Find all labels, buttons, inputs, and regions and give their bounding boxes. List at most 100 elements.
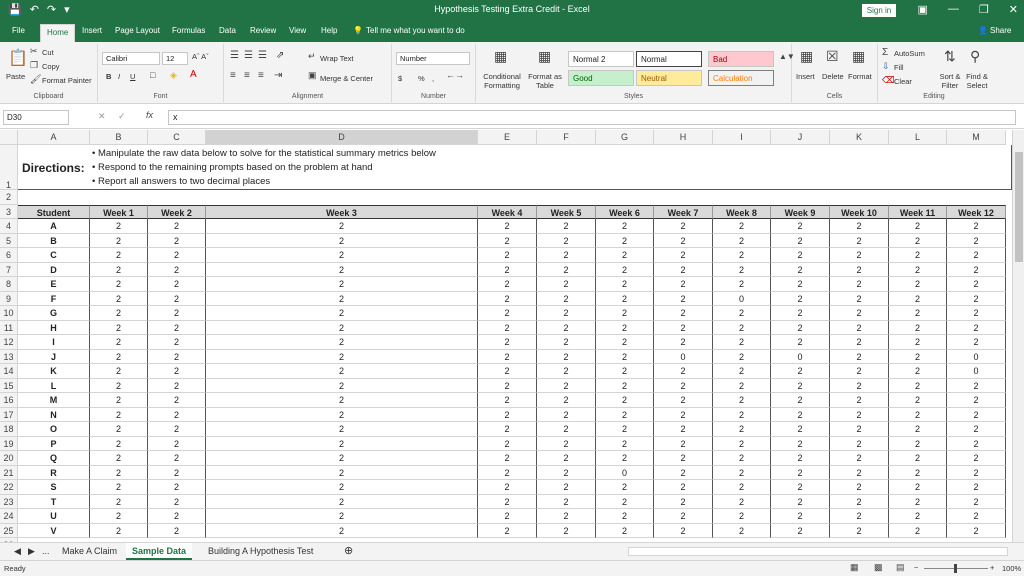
table-cell[interactable]: 2 [148, 494, 206, 509]
table-cell[interactable]: 2 [771, 277, 830, 292]
table-cell[interactable]: 2 [596, 364, 654, 379]
table-cell[interactable]: 2 [206, 480, 478, 495]
table-cell[interactable]: 2 [771, 509, 830, 524]
table-cell[interactable]: 2 [148, 320, 206, 335]
table-cell[interactable]: 2 [830, 335, 889, 350]
table-cell[interactable]: 2 [654, 335, 713, 350]
style-neutral[interactable]: Neutral [636, 70, 702, 86]
table-cell[interactable]: 2 [889, 465, 947, 480]
table-cell[interactable]: 2 [90, 233, 148, 248]
table-cell[interactable]: 2 [947, 291, 1006, 306]
table-cell[interactable]: 2 [596, 291, 654, 306]
minimize-icon[interactable]: — [948, 3, 959, 16]
table-cell[interactable]: 2 [771, 393, 830, 408]
table-cell[interactable]: 2 [478, 262, 537, 277]
table-cell[interactable]: 2 [478, 219, 537, 234]
table-cell[interactable]: 2 [654, 523, 713, 538]
percent-button[interactable]: % [418, 74, 425, 83]
table-cell[interactable]: 2 [148, 480, 206, 495]
table-cell[interactable]: 0 [713, 291, 771, 306]
table-cell[interactable]: 2 [654, 393, 713, 408]
table-cell[interactable]: 2 [947, 262, 1006, 277]
formula-input[interactable]: x [168, 110, 1016, 125]
table-cell[interactable]: 2 [206, 335, 478, 350]
table-cell[interactable]: 2 [713, 523, 771, 538]
table-cell[interactable]: 2 [947, 320, 1006, 335]
student-cell[interactable]: V [18, 523, 90, 538]
table-cell[interactable]: 2 [889, 335, 947, 350]
maximize-icon[interactable]: ❐ [979, 3, 989, 16]
table-cell[interactable]: 2 [889, 233, 947, 248]
table-cell[interactable]: 2 [90, 436, 148, 451]
font-name-select[interactable]: Calibri [102, 52, 160, 65]
row-header-13[interactable]: 13 [0, 349, 18, 364]
table-cell[interactable]: 2 [947, 335, 1006, 350]
style-good[interactable]: Good [568, 70, 634, 86]
table-cell[interactable]: 2 [537, 364, 596, 379]
table-cell[interactable]: 2 [537, 291, 596, 306]
column-header-j[interactable]: J [771, 130, 830, 145]
table-cell[interactable]: 2 [596, 277, 654, 292]
style-normal[interactable]: Normal [636, 51, 702, 67]
table-cell[interactable]: 2 [947, 378, 1006, 393]
row-header-21[interactable]: 21 [0, 465, 18, 480]
table-cell[interactable]: 2 [947, 422, 1006, 437]
table-cell[interactable]: 2 [148, 422, 206, 437]
table-cell[interactable]: 2 [889, 494, 947, 509]
style-calculation[interactable]: Calculation [708, 70, 774, 86]
row-header-15[interactable]: 15 [0, 378, 18, 393]
select-all-corner[interactable] [0, 130, 18, 145]
bold-button[interactable]: B [106, 72, 111, 81]
table-cell[interactable]: 2 [889, 262, 947, 277]
table-cell[interactable]: 2 [713, 407, 771, 422]
table-cell[interactable]: 2 [947, 523, 1006, 538]
tab-file[interactable]: File [12, 26, 25, 35]
table-cell[interactable]: 2 [830, 306, 889, 321]
table-cell[interactable]: 2 [713, 451, 771, 466]
table-cell[interactable]: 2 [90, 480, 148, 495]
table-cell[interactable]: 2 [830, 291, 889, 306]
font-color-icon[interactable]: A [190, 69, 197, 80]
table-cell[interactable]: 2 [478, 306, 537, 321]
table-cell[interactable]: 2 [771, 219, 830, 234]
table-cell[interactable]: 2 [478, 291, 537, 306]
row-header-25[interactable]: 25 [0, 523, 18, 538]
table-cell[interactable]: 2 [206, 523, 478, 538]
table-cell[interactable]: 0 [947, 349, 1006, 364]
table-cell[interactable]: 2 [771, 248, 830, 263]
table-cell[interactable]: 2 [830, 465, 889, 480]
sheet-tab-building-hypothesis[interactable]: Building A Hypothesis Test [202, 543, 319, 560]
table-cell[interactable]: 2 [596, 219, 654, 234]
table-cell[interactable]: 2 [596, 422, 654, 437]
table-cell[interactable]: 2 [148, 393, 206, 408]
table-cell[interactable]: 2 [596, 407, 654, 422]
table-header-cell[interactable]: Week 1 [90, 204, 148, 219]
table-cell[interactable]: 2 [771, 422, 830, 437]
page-layout-view-icon[interactable]: ▩ [874, 562, 883, 573]
delete-cells-icon[interactable]: ☒ [826, 48, 839, 65]
column-header-a[interactable]: A [18, 130, 90, 145]
student-cell[interactable]: R [18, 465, 90, 480]
table-cell[interactable]: 2 [90, 378, 148, 393]
column-header-f[interactable]: F [537, 130, 596, 145]
table-cell[interactable]: 2 [148, 335, 206, 350]
column-header-l[interactable]: L [889, 130, 947, 145]
table-cell[interactable]: 2 [947, 306, 1006, 321]
cut-button[interactable]: Cut [42, 48, 54, 57]
table-cell[interactable]: 2 [148, 248, 206, 263]
table-cell[interactable]: 2 [90, 494, 148, 509]
border-icon[interactable]: □ [150, 70, 155, 80]
table-cell[interactable]: 2 [90, 393, 148, 408]
table-cell[interactable]: 2 [90, 306, 148, 321]
student-cell[interactable]: P [18, 436, 90, 451]
table-cell[interactable]: 2 [771, 378, 830, 393]
find-select-button[interactable]: Find & Select [964, 72, 990, 90]
table-cell[interactable]: 2 [713, 480, 771, 495]
insert-cells-icon[interactable]: ▦ [800, 48, 813, 65]
table-cell[interactable]: 2 [771, 364, 830, 379]
table-cell[interactable]: 2 [537, 407, 596, 422]
table-cell[interactable]: 2 [148, 523, 206, 538]
table-cell[interactable]: 2 [654, 407, 713, 422]
student-cell[interactable]: B [18, 233, 90, 248]
table-cell[interactable]: 2 [478, 320, 537, 335]
